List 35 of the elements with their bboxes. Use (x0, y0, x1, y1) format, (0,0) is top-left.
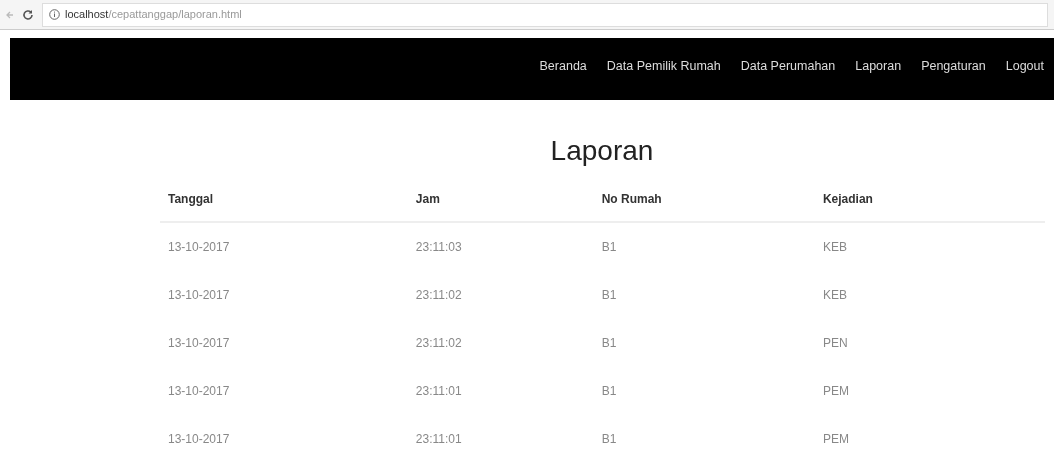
table-cell: B1 (593, 318, 815, 367)
nav-link[interactable]: Pengaturan (911, 56, 996, 76)
address-bar[interactable]: localhost/cepattanggap/laporan.html (42, 2, 1048, 27)
info-icon[interactable] (49, 9, 60, 20)
page-title: Laporan (549, 134, 655, 168)
nav-link[interactable]: Laporan (845, 56, 912, 76)
table-cell: KEB (814, 270, 1045, 319)
table-cell: B1 (593, 414, 815, 463)
table-cell: B1 (593, 221, 815, 271)
column-header: No Rumah (593, 177, 815, 222)
table-cell: 23:11:01 (407, 366, 594, 415)
url-text: localhost/cepattanggap/laporan.html (65, 7, 242, 23)
table-cell: B1 (593, 270, 815, 319)
table-cell: 23:11:02 (407, 270, 594, 319)
table-cell: 23:11:02 (407, 318, 594, 367)
table-cell: KEB (814, 221, 1045, 271)
table-cell: 23:11:03 (407, 221, 594, 271)
table-cell: 13-10-2017 (160, 414, 408, 463)
table-cell: 13-10-2017 (160, 221, 408, 271)
nav-link[interactable]: Data Perumahan (730, 56, 846, 76)
table-cell: 23:11:01 (407, 414, 594, 463)
table-cell: PEM (814, 366, 1045, 415)
table-cell: 13-10-2017 (160, 318, 408, 367)
column-header: Jam (407, 177, 594, 222)
column-header: Kejadian (814, 177, 1045, 222)
table-cell: PEN (814, 318, 1045, 367)
table-cell: 13-10-2017 (160, 270, 408, 319)
reload-icon[interactable] (22, 8, 34, 21)
table-cell: 13-10-2017 (160, 366, 408, 415)
table-cell: B1 (593, 366, 815, 415)
nav-link[interactable]: Beranda (529, 56, 597, 76)
nav-link[interactable]: Data Pemilik Rumah (596, 56, 731, 76)
column-header: Tanggal (160, 177, 408, 222)
table-cell: PEM (814, 414, 1045, 463)
nav-link[interactable]: Logout (995, 56, 1054, 76)
